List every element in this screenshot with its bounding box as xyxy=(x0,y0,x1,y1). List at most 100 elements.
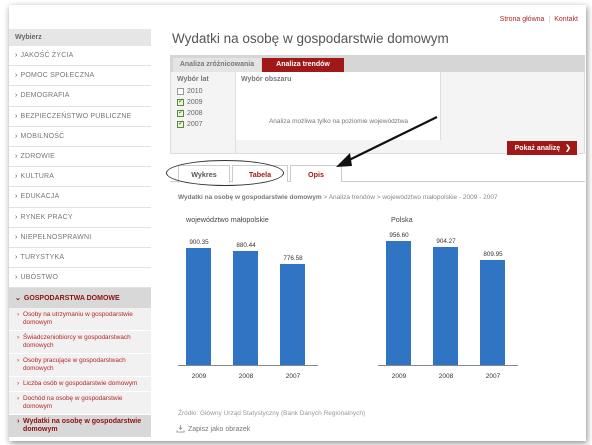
year-checkbox[interactable] xyxy=(177,97,184,106)
year-option: 2007 xyxy=(177,119,229,130)
sidebar-item-label: MOBILNOŚĆ xyxy=(20,132,65,140)
chevron-right-icon: › xyxy=(17,334,20,342)
bar-value-label: 956.60 xyxy=(389,231,409,239)
bar[interactable] xyxy=(186,247,211,365)
page-title: Wydatki na osobę w gospodarstwie domowym xyxy=(172,31,449,46)
chevron-right-icon: › xyxy=(17,380,20,388)
x-tick-label: 2009 xyxy=(191,373,207,380)
sidebar-item-label: NIEPEŁNOSPRAWNI xyxy=(20,233,92,241)
year-selector-label: Wybór lat xyxy=(177,76,209,83)
download-icon[interactable] xyxy=(176,424,185,433)
bar[interactable] xyxy=(280,264,305,365)
bar[interactable] xyxy=(433,247,458,365)
year-option: 2008 xyxy=(177,108,229,119)
sidebar-subitem[interactable]: › Świadczeniobiorcy w gospodarstwach domo… xyxy=(9,331,151,355)
year-label: 2009 xyxy=(187,99,203,106)
sidebar-item[interactable]: › RYNEK PRACY xyxy=(9,208,151,228)
bar[interactable] xyxy=(480,259,505,365)
sidebar-subitem-label: Osoby pracujące w gospodarstwach domowyc… xyxy=(23,357,126,373)
chevron-right-icon: › xyxy=(15,112,18,120)
x-tick-label: 2007 xyxy=(485,373,501,380)
sidebar-item-label: JAKOŚĆ ŻYCIA xyxy=(20,52,74,59)
bar[interactable] xyxy=(233,250,258,365)
sidebar-subitem[interactable]: › Liczba osób w gospodarstwie domowym xyxy=(9,377,151,393)
sidebar-item-label: EDUKACJA xyxy=(20,193,60,201)
filters-panel: Wybór lat 2010 2009 2008 2007 Wybór obszaru… xyxy=(170,72,585,155)
chevron-right-icon: › xyxy=(15,132,18,140)
x-tick-label: 2008 xyxy=(438,373,454,380)
chevron-right-icon: › xyxy=(15,274,18,282)
sidebar: Wybierz › JAKOŚĆ ŻYCIA › POMOC SPOŁECZNA › DE… xyxy=(9,29,151,439)
chevron-right-icon: › xyxy=(15,193,18,201)
sidebar-item[interactable]: › KULTURA xyxy=(9,167,151,188)
tab-analiza-zroznicowania[interactable]: Analiza zróżnicowania xyxy=(173,58,261,72)
bar-value-label: 900.35 xyxy=(189,238,209,246)
chevron-right-icon: › xyxy=(17,311,20,319)
sidebar-item-label: TURYSTYKA xyxy=(20,253,65,261)
sidebar-item-label: POMOC SPOŁECZNA xyxy=(20,72,95,80)
chevron-right-icon: › xyxy=(15,92,18,100)
year-checkbox[interactable] xyxy=(177,108,184,117)
tab-analiza-trendow[interactable]: Analiza trendów xyxy=(262,58,344,72)
main-content: Wydatki na osobę w gospodarstwie domowym… xyxy=(166,5,585,441)
chart-title: Polska xyxy=(391,215,413,224)
chevron-right-icon: › xyxy=(15,52,18,59)
chart-title: województwo małopolskie xyxy=(186,215,269,224)
sidebar-item[interactable]: › UBÓSTWO xyxy=(9,268,151,289)
show-analysis-button[interactable]: Pokaż analizę ❯ xyxy=(506,141,577,155)
sidebar-subitem[interactable]: › Wydatki na osobę w gospodarstwie domowy… xyxy=(9,415,151,439)
sidebar-item[interactable]: › DEMOGRAFIA xyxy=(9,86,151,107)
x-tick-label: 2009 xyxy=(391,373,407,380)
highlight-ellipse xyxy=(166,160,284,186)
sidebar-item-label: DEMOGRAFIA xyxy=(20,92,70,100)
breadcrumb-title: Wydatki na osobę w gospodarstwie domowym xyxy=(178,194,322,201)
sidebar-item[interactable]: › POMOC SPOŁECZNA xyxy=(9,66,151,87)
area-message: Analiza możliwa tylko na poziomie wojewó… xyxy=(268,118,409,125)
sidebar-header: Wybierz xyxy=(9,29,151,46)
sidebar-subitem[interactable]: › Osoby na utrzymaniu w gospodarstwie dom… xyxy=(9,308,151,332)
sidebar-item[interactable]: › NIEPEŁNOSPRAWNI xyxy=(9,228,151,248)
bar-value-label: 809.95 xyxy=(483,250,503,258)
chevron-right-icon: › xyxy=(17,418,20,426)
show-analysis-label: Pokaż analizę xyxy=(514,145,561,152)
year-checkbox[interactable] xyxy=(177,119,184,128)
analysis-tabs: Analiza zróżnicowania Analiza trendów xyxy=(170,55,585,72)
year-label: 2010 xyxy=(187,88,203,95)
x-axis xyxy=(378,365,518,366)
area-selector: Wybór obszaru Analiza możliwa tylko na p… xyxy=(236,72,441,140)
sidebar-subitem[interactable]: › Osoby pracujące w gospodarstwach domowy… xyxy=(9,354,151,378)
chevron-down-icon: ⌄ xyxy=(15,295,21,303)
sidebar-item-label: UBÓSTWO xyxy=(20,274,59,282)
sidebar-subitem-label: Liczba osób w gospodarstwie domowym xyxy=(23,380,138,388)
sidebar-item-gospodarstwa-domowe[interactable]: ⌄ GOSPODARSTWA DOMOWE xyxy=(9,288,151,309)
chevron-right-icon: ❯ xyxy=(565,145,571,152)
bar-value-label: 776.58 xyxy=(283,255,303,263)
sidebar-item[interactable]: › EDUKACJA xyxy=(9,187,151,208)
year-checkbox[interactable] xyxy=(177,88,184,95)
breadcrumb: Wydatki na osobę w gospodarstwie domowym… xyxy=(178,194,498,201)
app-frame: Strona główna | Kontakt Wybierz › JAKOŚĆ ŻY… xyxy=(9,5,586,441)
chevron-right-icon: › xyxy=(17,395,20,403)
tab-opis[interactable]: Opis xyxy=(290,165,342,182)
x-tick-label: 2007 xyxy=(285,373,301,380)
sidebar-item[interactable]: › JAKOŚĆ ŻYCIA xyxy=(9,46,151,67)
sidebar-item[interactable]: › BEZPIECZEŃSTWO PUBLICZNE xyxy=(9,107,151,127)
sidebar-item-label: KULTURA xyxy=(20,173,55,181)
sidebar-item[interactable]: › ZDROWIE xyxy=(9,147,151,168)
sidebar-subitem-label: Osoby na utrzymaniu w gospodarstwie domo… xyxy=(23,311,133,327)
chevron-right-icon: › xyxy=(15,173,18,181)
chevron-right-icon: › xyxy=(15,253,18,261)
year-label: 2008 xyxy=(187,110,203,117)
save-as-image-link[interactable]: Zapisz jako obrazek xyxy=(188,426,250,433)
sidebar-subitem-label: Dochód na osobę w gospodarstwie domowym xyxy=(23,395,123,411)
sidebar-item[interactable]: › MOBILNOŚĆ xyxy=(9,127,151,147)
sidebar-item-label: RYNEK PRACY xyxy=(20,213,73,221)
sidebar-subitem-label: Wydatki na osobę w gospodarstwie domowym xyxy=(23,418,142,434)
year-list: 2010 2009 2008 2007 xyxy=(177,86,229,130)
bar-value-label: 904.27 xyxy=(436,238,456,246)
breadcrumb-path: > Analiza trendów > województwo małopols… xyxy=(321,194,498,201)
bar[interactable] xyxy=(386,240,411,365)
sidebar-item[interactable]: › TURYSTYKA xyxy=(9,248,151,269)
sidebar-subitem[interactable]: › Dochód na osobę w gospodarstwie domowym xyxy=(9,392,151,416)
source-note: Źródło: Główny Urząd Statystyczny (Bank … xyxy=(178,410,366,417)
